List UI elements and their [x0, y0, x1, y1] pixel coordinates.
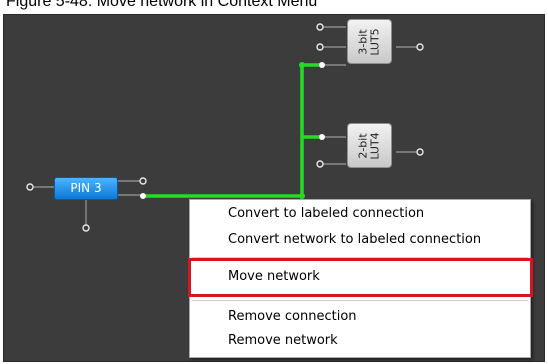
lut5-name-label: LUT5	[368, 27, 382, 56]
pin-left-port[interactable]	[26, 183, 34, 191]
lut5-block[interactable]: 3-bit LUT5	[347, 19, 392, 64]
lut4-input-port-1[interactable]	[319, 134, 325, 140]
lut5-input-port-2[interactable]	[316, 43, 324, 51]
lut4-output-port[interactable]	[416, 148, 424, 156]
lut4-name-label: LUT4	[368, 131, 382, 160]
lut4-label: 2-bit LUT4	[356, 131, 382, 160]
menu-item-convert-to-labeled-connection[interactable]: Convert to labeled connection	[190, 203, 530, 225]
lut5-input-port-1[interactable]	[316, 23, 324, 31]
figure-caption: Figure 5-48: Move network in Context Men…	[0, 0, 548, 14]
menu-item-label: Convert to labeled connection	[228, 206, 425, 221]
menu-item-label: Remove network	[228, 333, 338, 348]
menu-item-remove-connection[interactable]: Remove connection	[190, 306, 530, 328]
network-node-top[interactable]	[299, 62, 305, 68]
context-menu: Convert to labeled connection Convert ne…	[189, 199, 531, 358]
menu-item-convert-network-to-labeled-connection[interactable]: Convert network to labeled connection	[190, 229, 530, 251]
menu-item-label: Remove connection	[228, 309, 357, 324]
figure-caption-text: Figure 5-48: Move network in Context Men…	[6, 0, 318, 10]
lut4-block[interactable]: 2-bit LUT4	[347, 123, 392, 168]
pin-lower-right-port[interactable]	[140, 193, 146, 199]
pin-bottom-port[interactable]	[82, 224, 90, 232]
lut5-input-port-3[interactable]	[319, 62, 325, 68]
pin3-label: PIN 3	[70, 181, 102, 195]
menu-separator	[192, 300, 528, 301]
menu-item-label: Convert network to labeled connection	[228, 232, 482, 247]
lut5-label: 3-bit LUT5	[356, 27, 382, 56]
menu-separator	[192, 257, 528, 258]
pin3-block[interactable]: PIN 3	[54, 177, 118, 200]
menu-item-remove-network[interactable]: Remove network	[190, 330, 530, 352]
lut5-output-port[interactable]	[416, 43, 424, 51]
lut4-input-port-2[interactable]	[316, 160, 324, 168]
menu-item-label: Move network	[228, 269, 320, 284]
menu-item-move-network[interactable]: Move network	[190, 266, 530, 288]
pin-upper-right-port[interactable]	[139, 177, 147, 185]
